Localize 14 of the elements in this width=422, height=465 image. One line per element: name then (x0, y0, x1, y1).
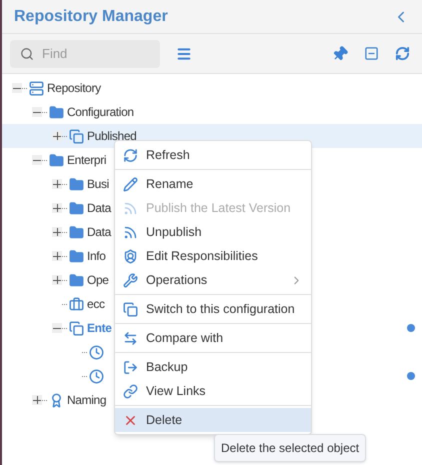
tree-label: Published (87, 128, 136, 145)
tree-label: Data (87, 224, 111, 241)
tree-label: Ope (87, 272, 109, 289)
tree-label: Repository (47, 80, 101, 97)
tree-label: Naming (67, 392, 106, 409)
tree-label: Ente (87, 320, 112, 337)
tree-label: Enterpri (67, 152, 106, 169)
panel-title: Repository Manager (14, 6, 168, 26)
tree-label: Info (87, 248, 106, 265)
tree-label: Busi (87, 176, 109, 193)
tooltip: Delete the selected object (214, 434, 366, 462)
tree-label: Data (87, 200, 111, 217)
tree-label: ecc (87, 296, 105, 313)
tree-label: Configuration (67, 104, 134, 121)
